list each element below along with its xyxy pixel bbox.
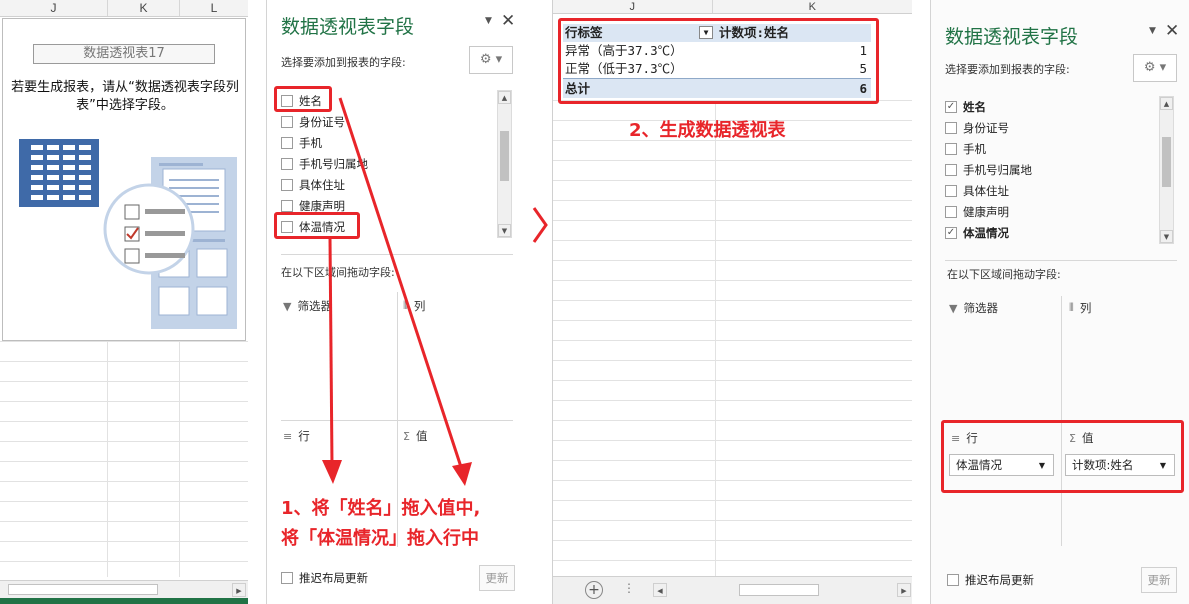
- filter-area-label: 筛选器: [963, 301, 998, 315]
- column-header-j[interactable]: J: [553, 0, 713, 13]
- field-label: 手机号归属地: [963, 162, 1032, 177]
- scroll-thumb[interactable]: [1162, 137, 1171, 187]
- rows-area-label: 行: [966, 431, 978, 445]
- field-list-scrollbar[interactable]: ▲ ▼: [1159, 96, 1174, 244]
- annotation-arrows: [322, 97, 472, 486]
- scroll-down-button[interactable]: ▼: [1160, 230, 1173, 243]
- tools-gear-button[interactable]: ⚙ ▾: [1133, 54, 1177, 82]
- values-area-label: 值: [1081, 431, 1094, 445]
- sheet-options-icon[interactable]: ⋮: [623, 581, 635, 595]
- drag-instruction: 在以下区域间拖动字段:: [947, 268, 1061, 281]
- field-item-id-number[interactable]: 身份证号: [945, 117, 1155, 138]
- pane-subtitle: 选择要添加到报表的字段:: [945, 63, 1070, 76]
- pane-divider: [945, 260, 1177, 261]
- highlight-pivot-table: [558, 18, 879, 104]
- filter-area-header: ▼ 筛选器: [949, 300, 998, 316]
- field-checkbox-checked[interactable]: ✓: [945, 226, 957, 239]
- field-item-temperature[interactable]: ✓ 体温情况: [945, 222, 1155, 243]
- scroll-left-button[interactable]: ◀: [653, 583, 667, 597]
- middle-worksheet: J K 行标签 ▼ 计数项:姓名 异常（高于37.3℃） 1 正常（低于37.3…: [552, 0, 912, 604]
- field-label: 健康声明: [963, 204, 1009, 219]
- chevron-right-icon: [528, 200, 552, 250]
- field-label: 具体住址: [963, 183, 1009, 198]
- field-label: 姓名: [963, 99, 986, 114]
- rows-area-header: ≡ 行: [951, 430, 978, 446]
- pane-dropdown-icon[interactable]: ▼: [1149, 26, 1156, 36]
- arrow-head-values: [452, 462, 472, 486]
- filter-drop-zone[interactable]: [945, 318, 1060, 418]
- field-checkbox[interactable]: [945, 121, 957, 134]
- chevron-down-icon: ▼: [1038, 460, 1045, 470]
- cell-grid[interactable]: [553, 100, 912, 576]
- field-checkbox-checked[interactable]: ✓: [945, 100, 957, 113]
- row-field-dropdown[interactable]: 体温情况 ▼: [949, 454, 1054, 476]
- sigma-icon: Σ: [1069, 431, 1076, 445]
- defer-label: 推迟布局更新: [965, 573, 1034, 587]
- column-header-k[interactable]: K: [713, 0, 912, 13]
- field-item-address[interactable]: 具体住址: [945, 180, 1155, 201]
- horizontal-thumb[interactable]: [739, 584, 819, 596]
- field-checkbox[interactable]: [945, 163, 957, 176]
- defer-checkbox[interactable]: [947, 574, 959, 586]
- add-sheet-icon[interactable]: +: [585, 581, 603, 599]
- column-headers: J K: [553, 0, 912, 14]
- middle-sheet-bottom-bar: + ⋮ ◀ ▶: [553, 576, 912, 604]
- value-field-dropdown[interactable]: 计数项:姓名 ▼: [1065, 454, 1175, 476]
- field-list: ✓ 姓名 身份证号 手机 手机号归属地 具体住址 健康声明 ✓ 体温情况: [945, 96, 1155, 243]
- field-checkbox[interactable]: [945, 184, 957, 197]
- field-label: 身份证号: [963, 120, 1009, 135]
- close-icon[interactable]: ✕: [1165, 21, 1179, 41]
- row-field-label: 体温情况: [956, 458, 1002, 472]
- update-button[interactable]: 更新: [1141, 567, 1177, 593]
- defer-layout-update[interactable]: 推迟布局更新: [947, 572, 1034, 588]
- field-label: 体温情况: [963, 225, 1009, 240]
- field-item-health-declaration[interactable]: 健康声明: [945, 201, 1155, 222]
- value-field-label: 计数项:姓名: [1072, 458, 1134, 472]
- field-checkbox[interactable]: [945, 205, 957, 218]
- scroll-right-button[interactable]: ▶: [897, 583, 911, 597]
- field-item-name[interactable]: ✓ 姓名: [945, 96, 1155, 117]
- pane-title: 数据透视表字段: [945, 26, 1079, 48]
- values-area-header: Σ值: [1069, 430, 1093, 446]
- columns-drop-zone[interactable]: [1063, 318, 1177, 418]
- field-item-phone[interactable]: 手机: [945, 138, 1155, 159]
- field-checkbox[interactable]: [945, 142, 957, 155]
- step2-annotation: 2、生成数据透视表: [629, 120, 786, 141]
- arrow-head-rows: [322, 460, 342, 484]
- field-label: 手机: [963, 141, 986, 156]
- columns-icon: ⦀: [1069, 301, 1074, 314]
- scroll-up-button[interactable]: ▲: [1160, 97, 1173, 110]
- filter-icon: ▼: [949, 301, 958, 315]
- chevron-down-icon: ▼: [1159, 460, 1166, 470]
- columns-area-label: 列: [1079, 301, 1092, 315]
- rows-icon: ≡: [951, 431, 961, 445]
- field-list-pane-right: 数据透视表字段 ▼ ✕ 选择要添加到报表的字段: ⚙ ▾ ✓ 姓名 身份证号 手机…: [930, 0, 1189, 604]
- field-item-phone-region[interactable]: 手机号归属地: [945, 159, 1155, 180]
- columns-area-header: ⦀ 列: [1069, 300, 1091, 316]
